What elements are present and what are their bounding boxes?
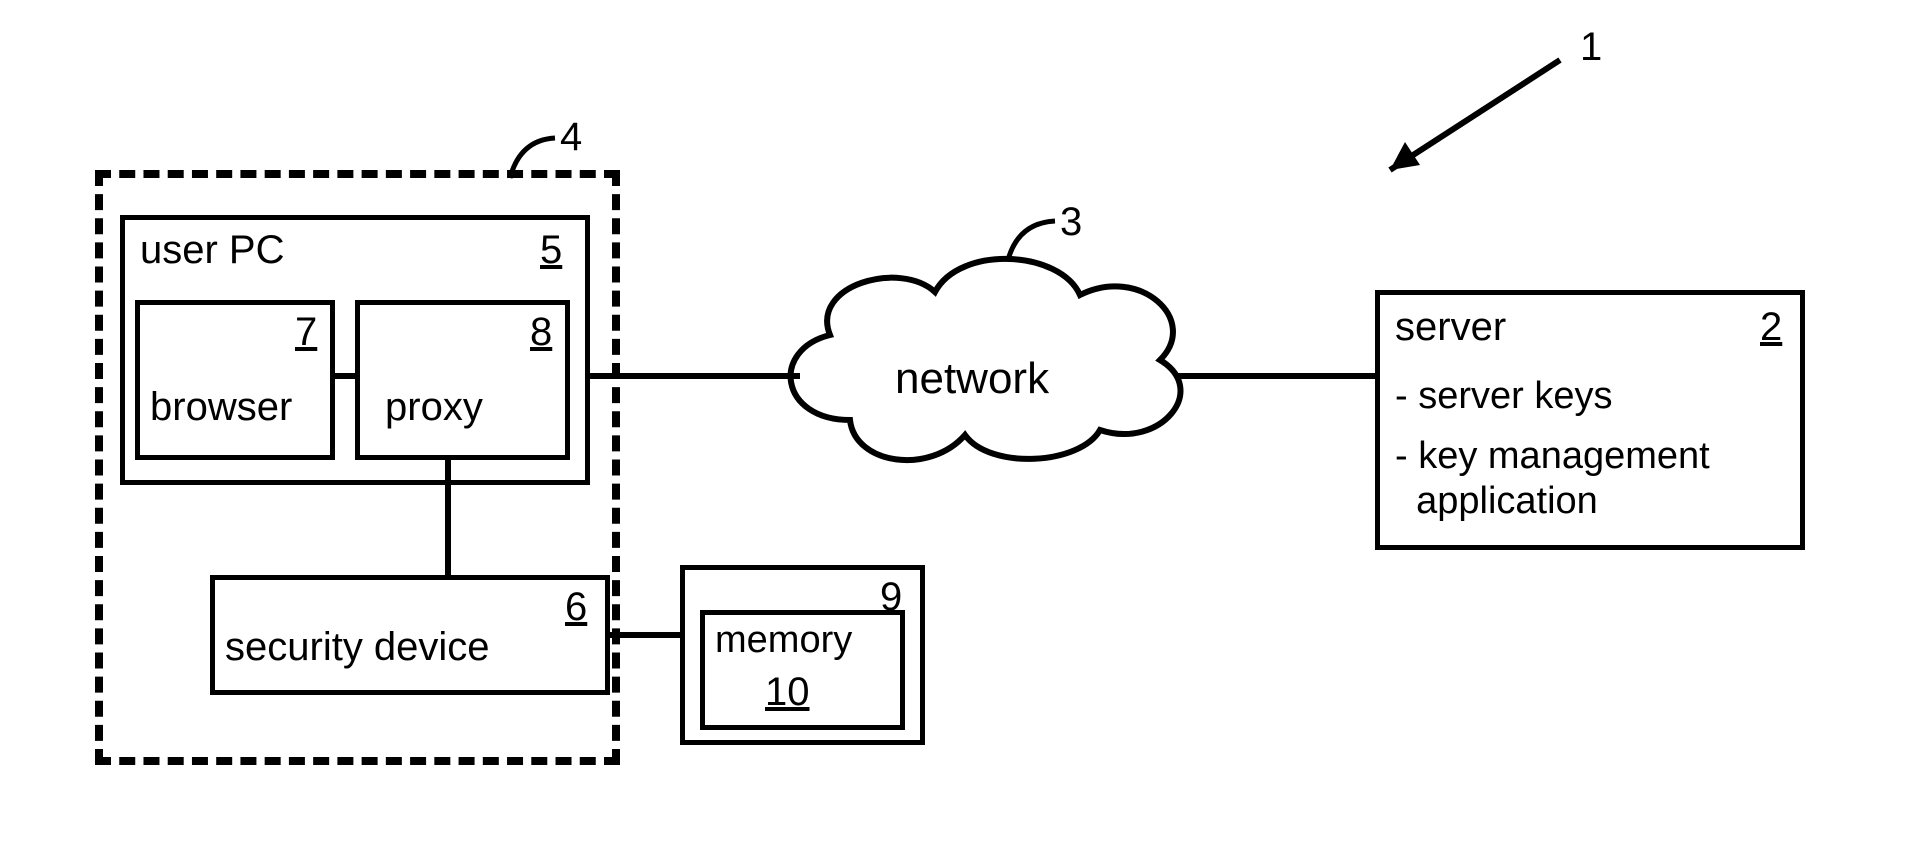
diagram-stage: 1 4 user PC 5 7 browser 8 proxy 6 securi… [0, 0, 1919, 862]
arrow-icon [1330, 50, 1590, 200]
proxy-label: proxy [385, 385, 483, 429]
ref-security-device: 6 [565, 585, 587, 630]
ref-proxy: 8 [530, 310, 552, 355]
memory-label: memory [715, 620, 852, 662]
security-device-label: security device [225, 625, 490, 669]
ref-mem-inner: 10 [765, 670, 810, 715]
ref-system: 1 [1580, 25, 1602, 70]
browser-label: browser [150, 385, 292, 429]
connector-line [445, 460, 451, 575]
connector-line [335, 373, 355, 379]
ref-network: 3 [1060, 200, 1082, 245]
ref-client-group: 4 [560, 115, 582, 160]
ref-browser: 7 [295, 310, 317, 355]
server-line-1: - server keys [1395, 375, 1612, 419]
user-pc-label: user PC [140, 228, 285, 272]
connector-line [1175, 373, 1375, 379]
server-line-2: - key management [1395, 435, 1710, 479]
connector-line [590, 373, 800, 379]
connector-line [610, 632, 680, 638]
ref-server: 2 [1760, 305, 1782, 350]
server-line-3: application [1395, 480, 1598, 524]
ref-user-pc: 5 [540, 228, 562, 273]
network-label: network [895, 355, 1049, 403]
server-title: server [1395, 305, 1506, 349]
